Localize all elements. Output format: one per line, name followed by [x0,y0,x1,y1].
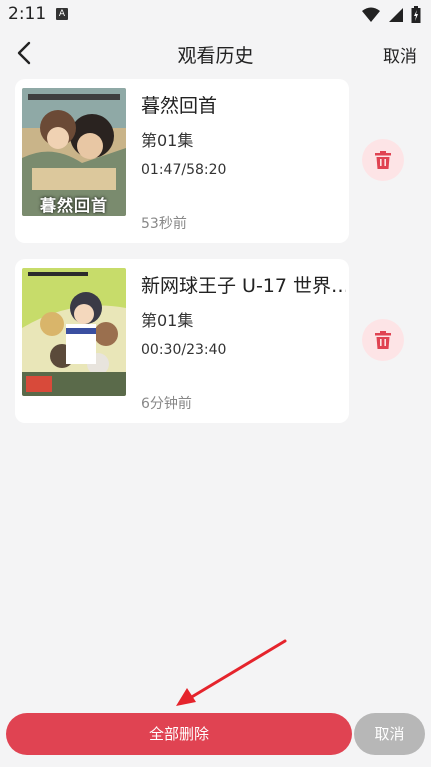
cancel-bottom-button[interactable]: 取消 [354,713,425,755]
poster-caption: 暮然回首 [39,196,108,215]
notification-badge: A [56,8,68,20]
delete-all-button[interactable]: 全部删除 [6,713,352,755]
trash-icon [375,151,391,169]
wifi-icon [361,7,380,22]
battery-icon [411,6,421,23]
video-title: 暮然回首 [141,95,218,117]
delete-button[interactable] [362,139,404,181]
poster-image: 暮然回首 [22,88,126,216]
watch-progress: 00:30/23:40 [141,342,227,358]
video-title: 新网球王子 U-17 世界… [141,275,346,297]
poster-image [22,268,126,396]
cancel-button[interactable]: 取消 [383,42,417,67]
watched-time: 53秒前 [141,216,187,232]
status-icons [359,6,421,24]
status-bar: 2:11 A [0,0,431,30]
status-time: 2:11 [8,4,47,24]
chevron-left-icon [17,41,31,65]
watch-progress: 01:47/58:20 [141,162,227,178]
delete-button[interactable] [362,319,404,361]
episode-label: 第01集 [141,311,194,330]
back-button[interactable] [10,38,40,68]
trash-icon [375,331,391,349]
top-bar: 观看历史 取消 [0,30,431,76]
page-title: 观看历史 [177,45,254,67]
history-item[interactable]: 暮然回首 暮然回首 第01集 01:47/58:20 53秒前 [15,79,349,243]
episode-label: 第01集 [141,131,194,150]
history-item[interactable]: 新网球王子 U-17 世界… 第01集 00:30/23:40 6分钟前 [15,259,349,423]
annotation-arrow [176,639,287,706]
watched-time: 6分钟前 [141,396,192,412]
signal-icon [388,8,403,22]
